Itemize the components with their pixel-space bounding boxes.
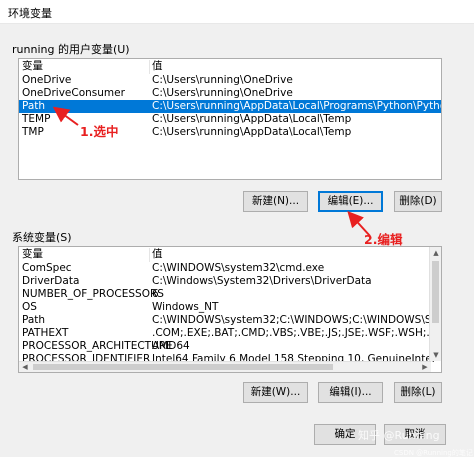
var-name: PATHEXT [22, 327, 69, 339]
var-name: OneDriveConsumer [22, 87, 125, 99]
table-row[interactable]: PATHEXT .COM;.EXE;.BAT;.CMD;.VBS;.VBE;.J… [19, 327, 441, 340]
annotation-step2: 2.编辑 [364, 232, 403, 247]
column-separator[interactable] [149, 248, 150, 262]
system-edit-button[interactable]: 编辑(I)... [318, 382, 383, 403]
scroll-up-icon[interactable]: ▲ [430, 247, 441, 259]
system-delete-button[interactable]: 删除(L) [394, 382, 442, 403]
column-header-name[interactable]: 变量 [22, 248, 43, 261]
scroll-thumb-horizontal[interactable] [33, 364, 333, 370]
horizontal-scrollbar[interactable]: ◀ ▶ [19, 361, 431, 372]
column-header-value[interactable]: 值 [152, 60, 163, 73]
watermark-csdn: CSDN @Running的笔记 [394, 449, 473, 457]
var-value: 6 [152, 288, 159, 300]
var-value: C:\Users\running\AppData\Local\Temp [152, 113, 352, 125]
var-value: C:\Users\running\OneDrive [152, 87, 293, 99]
table-row[interactable]: DriverData C:\Windows\System32\Drivers\D… [19, 275, 441, 288]
var-value: C:\WINDOWS\system32;C:\WINDOWS;C:\WINDOW… [152, 314, 441, 326]
var-value: C:\Windows\System32\Drivers\DriverData [152, 275, 372, 287]
scroll-right-icon[interactable]: ▶ [419, 362, 431, 372]
title-bar: 环境变量 [0, 0, 474, 24]
var-name: Path [22, 100, 46, 112]
user-delete-button[interactable]: 删除(D) [394, 191, 442, 212]
var-name: PROCESSOR_ARCHITECTURE [22, 340, 173, 352]
user-vars-list[interactable]: 变量 值 OneDrive C:\Users\running\OneDrive … [18, 58, 442, 180]
var-value: C:\Users\running\AppData\Local\Temp [152, 126, 352, 138]
table-row[interactable]: Path C:\WINDOWS\system32;C:\WINDOWS;C:\W… [19, 314, 441, 327]
var-name: ComSpec [22, 262, 72, 274]
var-name: TMP [22, 126, 44, 138]
table-row[interactable]: OS Windows_NT [19, 301, 441, 314]
scroll-left-icon[interactable]: ◀ [19, 362, 31, 372]
table-row[interactable]: ComSpec C:\WINDOWS\system32\cmd.exe [19, 262, 441, 275]
table-row[interactable]: OneDriveConsumer C:\Users\running\OneDri… [19, 87, 441, 100]
var-name: DriverData [22, 275, 80, 287]
table-row[interactable]: PROCESSOR_ARCHITECTURE AMD64 [19, 340, 441, 353]
annotation-step1: 1.选中 [80, 124, 119, 139]
var-value: C:\Users\running\AppData\Local\Programs\… [152, 100, 441, 112]
list-header[interactable]: 变量 值 [19, 60, 441, 74]
column-header-value[interactable]: 值 [152, 248, 163, 261]
column-separator[interactable] [149, 60, 150, 74]
environment-variables-dialog: running 的用户变量(U) 变量 值 OneDrive C:\Users\… [0, 24, 474, 457]
list-header[interactable]: 变量 值 [19, 248, 441, 262]
system-vars-list[interactable]: 变量 值 ComSpec C:\WINDOWS\system32\cmd.exe… [18, 246, 442, 373]
var-value: C:\WINDOWS\system32\cmd.exe [152, 262, 325, 274]
var-name: NUMBER_OF_PROCESSORS [22, 288, 164, 300]
window-title: 环境变量 [8, 7, 52, 20]
watermark-zhihu: 知乎 @Running [358, 429, 440, 442]
var-value: C:\Users\running\OneDrive [152, 74, 293, 86]
table-row[interactable]: OneDrive C:\Users\running\OneDrive [19, 74, 441, 87]
system-vars-label: 系统变量(S) [12, 231, 72, 244]
var-name: OS [22, 301, 37, 313]
user-vars-label: running 的用户变量(U) [12, 43, 130, 56]
var-value: .COM;.EXE;.BAT;.CMD;.VBS;.VBE;.JS;.JSE;.… [152, 327, 442, 339]
scroll-down-icon[interactable]: ▼ [430, 349, 441, 361]
var-value: AMD64 [152, 340, 190, 352]
var-name: OneDrive [22, 74, 72, 86]
var-value: Windows_NT [152, 301, 219, 313]
vertical-scrollbar[interactable]: ▲ ▼ [429, 247, 441, 361]
var-name: Path [22, 314, 46, 326]
var-name: TEMP [22, 113, 51, 125]
user-new-button[interactable]: 新建(N)... [243, 191, 308, 212]
system-new-button[interactable]: 新建(W)... [243, 382, 308, 403]
table-row-selected[interactable]: Path C:\Users\running\AppData\Local\Prog… [19, 100, 441, 113]
scroll-thumb[interactable] [432, 261, 439, 323]
user-edit-button[interactable]: 编辑(E)... [318, 191, 383, 212]
table-row[interactable]: NUMBER_OF_PROCESSORS 6 [19, 288, 441, 301]
column-header-name[interactable]: 变量 [22, 60, 43, 73]
